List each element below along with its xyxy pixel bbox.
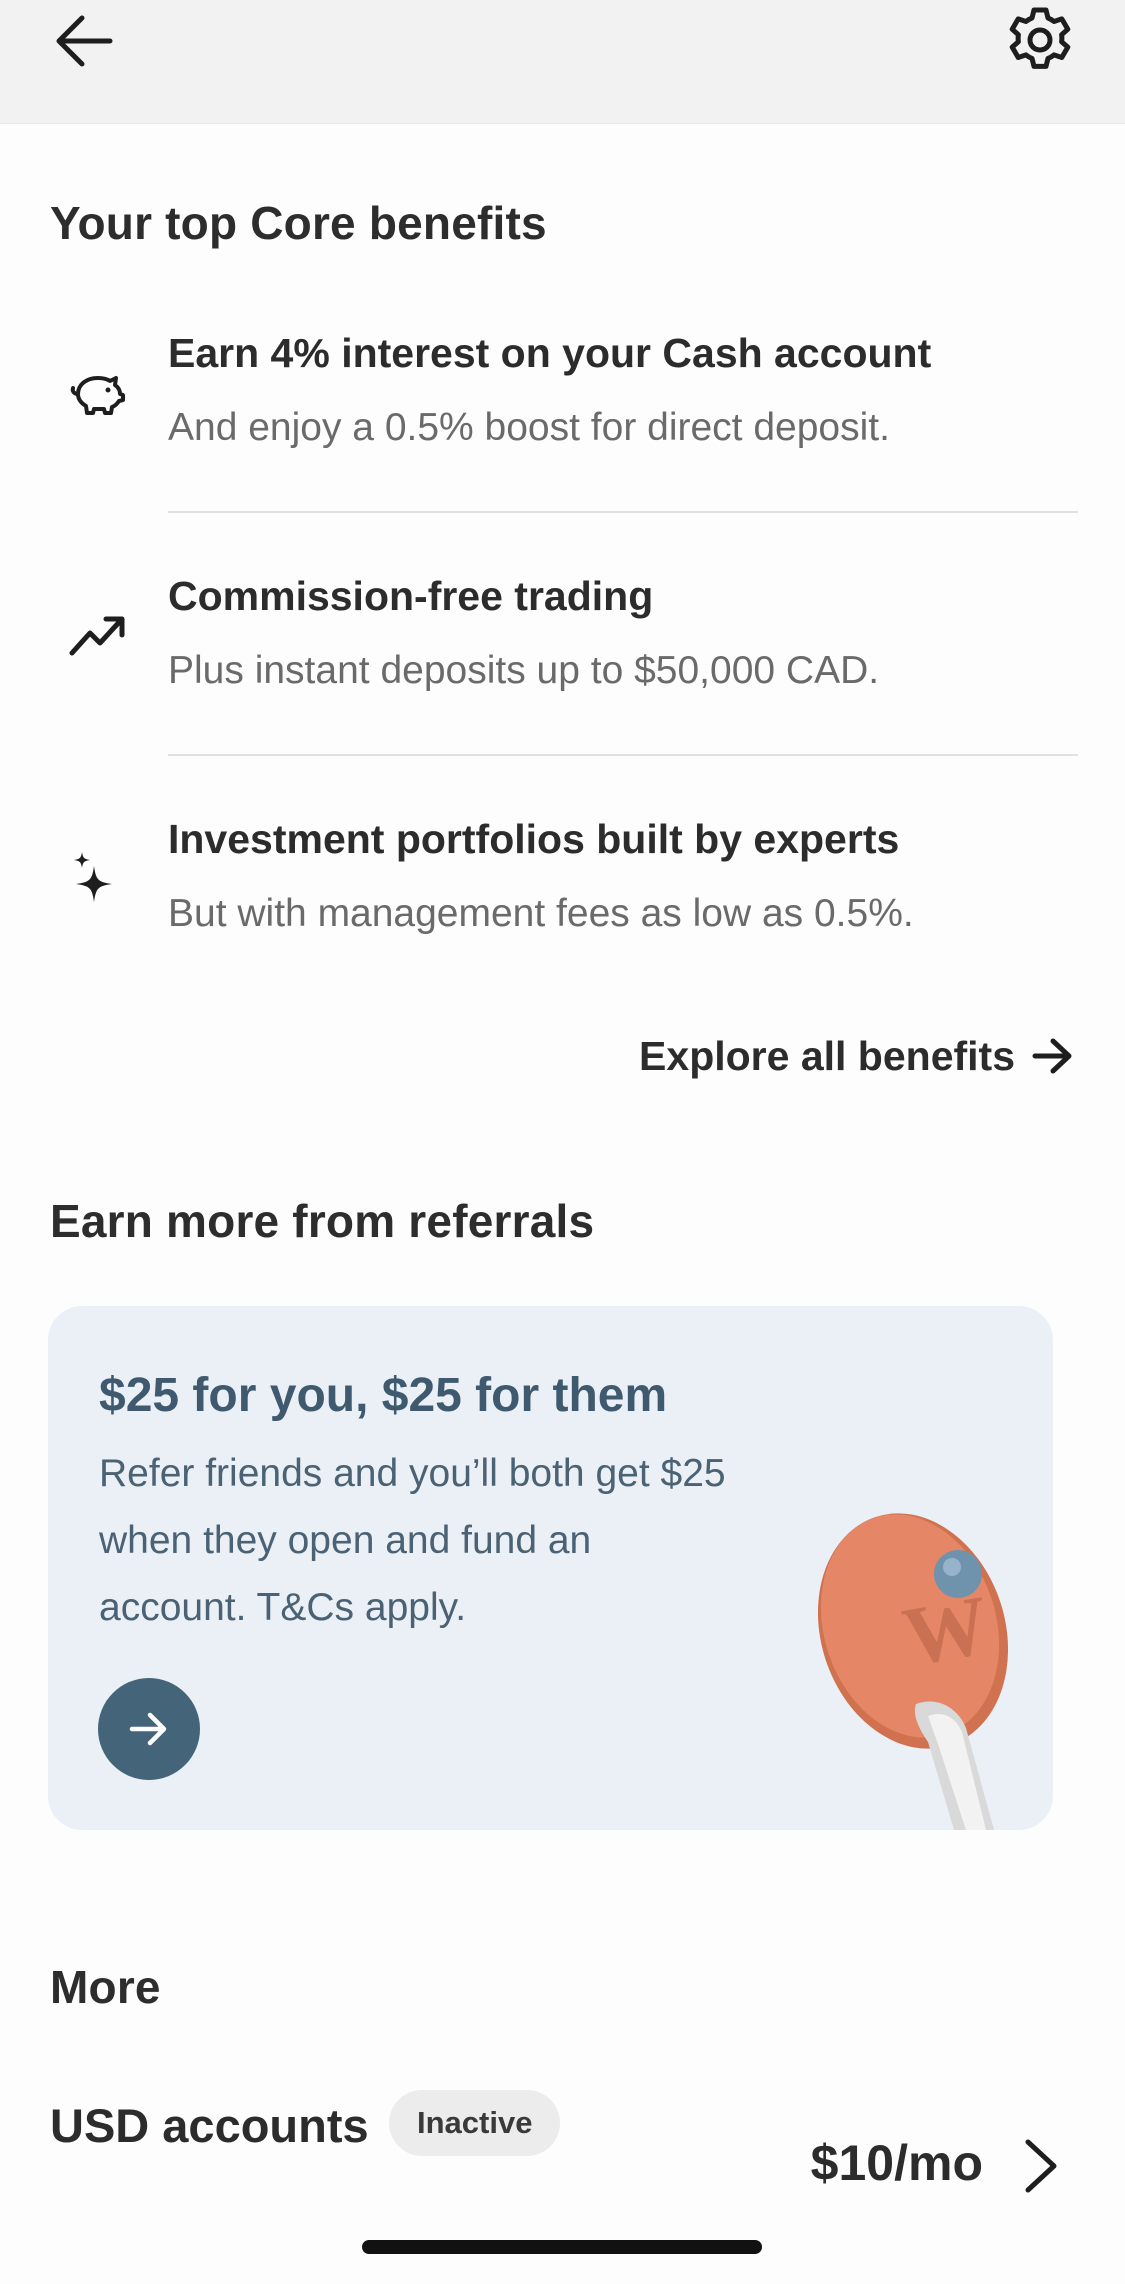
benefit-description: And enjoy a 0.5% boost for direct deposi…	[168, 406, 890, 449]
arrow-left-icon	[56, 15, 113, 67]
referral-card[interactable]: $25 for you, $25 for them Refer friends …	[48, 1306, 1053, 1830]
divider	[168, 754, 1078, 756]
explore-benefits-link[interactable]: Explore all benefits	[639, 1028, 1075, 1084]
referral-card-title: $25 for you, $25 for them	[99, 1369, 668, 1422]
referral-go-button[interactable]	[98, 1678, 200, 1780]
benefits-section-title: Your top Core benefits	[50, 197, 547, 249]
benefit-title: Commission-free trading	[168, 573, 654, 619]
referral-card-description: Refer friends and you’ll both get $25 wh…	[99, 1452, 726, 1629]
usd-accounts-title: USD accounts	[50, 2099, 369, 2152]
chevron-right-icon	[1025, 2139, 1057, 2193]
benefit-description: But with management fees as low as 0.5%.	[168, 892, 914, 935]
usd-accounts-row[interactable]: USD accounts Inactive $10/mo	[0, 2082, 1125, 2193]
ping-pong-paddle-illustration: W	[817, 1513, 1009, 1830]
home-indicator[interactable]	[362, 2240, 762, 2254]
top-nav-bar	[0, 0, 1125, 124]
benefit-title: Investment portfolios built by experts	[168, 816, 900, 862]
referrals-section-title: Earn more from referrals	[50, 1195, 595, 1247]
status-badge: Inactive	[389, 2090, 561, 2156]
divider	[168, 511, 1078, 513]
back-button[interactable]	[52, 12, 116, 70]
explore-benefits-label: Explore all benefits	[639, 1032, 1015, 1079]
more-section-title: More	[50, 1961, 161, 2013]
piggy-bank-icon	[66, 360, 130, 424]
benefit-description: Plus instant deposits up to $50,000 CAD.	[168, 649, 880, 692]
gear-icon	[1009, 7, 1071, 69]
arrow-right-icon	[129, 1712, 167, 1746]
benefit-title: Earn 4% interest on your Cash account	[168, 330, 932, 376]
trending-up-icon	[66, 603, 130, 667]
arrow-right-icon	[1032, 1038, 1072, 1074]
settings-button[interactable]	[1004, 4, 1076, 76]
usd-accounts-price: $10/mo	[810, 2135, 983, 2191]
sparkles-icon	[66, 846, 130, 910]
